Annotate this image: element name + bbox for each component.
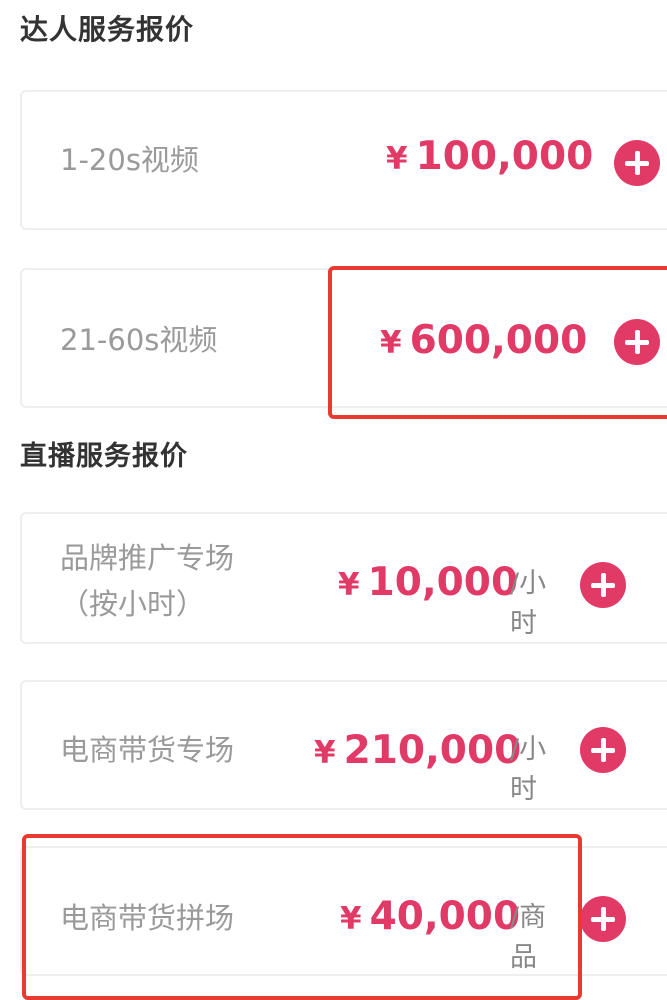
price-unit: /小时	[510, 568, 547, 639]
item-name-line2: （按小时）	[60, 587, 206, 621]
price-unit: /商品	[510, 902, 547, 973]
price-amount: 10,000	[367, 560, 519, 605]
price-unit: /小时	[510, 734, 547, 805]
talent-item-1-20s[interactable]: 1-20s视频 ¥ 100,000	[20, 90, 667, 230]
item-name-line1: 品牌推广专场	[60, 541, 235, 575]
plus-circle-icon[interactable]	[614, 319, 660, 365]
currency-symbol: ¥	[380, 325, 402, 361]
talent-item-21-60s[interactable]: 21-60s视频 ¥ 600,000	[20, 268, 667, 408]
price-amount: 210,000	[343, 728, 522, 773]
item-name: 1-20s视频	[60, 143, 199, 177]
live-service-title: 直播服务报价	[20, 441, 188, 472]
price-amount: 600,000	[409, 318, 588, 363]
item-price: ¥ 40,000	[340, 894, 520, 939]
plus-circle-icon[interactable]	[614, 140, 660, 186]
item-price: ¥ 10,000	[338, 560, 518, 605]
currency-symbol: ¥	[314, 735, 336, 771]
price-amount: 100,000	[415, 134, 594, 179]
item-price: ¥ 210,000	[314, 728, 521, 773]
live-item-brand-promo[interactable]: 品牌推广专场 （按小时） ¥ 10,000 /小时	[20, 512, 667, 644]
currency-symbol: ¥	[340, 901, 362, 937]
currency-symbol: ¥	[386, 141, 408, 177]
item-name: 电商带货专场	[60, 733, 235, 767]
price-amount: 40,000	[369, 894, 521, 939]
talent-service-title: 达人服务报价	[20, 13, 195, 46]
item-name: 21-60s视频	[60, 323, 218, 357]
item-name: 电商带货拼场	[60, 901, 235, 935]
currency-symbol: ¥	[338, 567, 360, 603]
plus-circle-icon[interactable]	[580, 727, 626, 773]
live-item-ecommerce-shared[interactable]: 电商带货拼场 ¥ 40,000 /商品	[20, 846, 667, 976]
live-item-ecommerce-special[interactable]: 电商带货专场 ¥ 210,000 /小时	[20, 680, 667, 810]
plus-circle-icon[interactable]	[580, 896, 626, 942]
item-price: ¥ 600,000	[380, 318, 587, 363]
item-price: ¥ 100,000	[386, 134, 593, 179]
plus-circle-icon[interactable]	[580, 562, 626, 608]
